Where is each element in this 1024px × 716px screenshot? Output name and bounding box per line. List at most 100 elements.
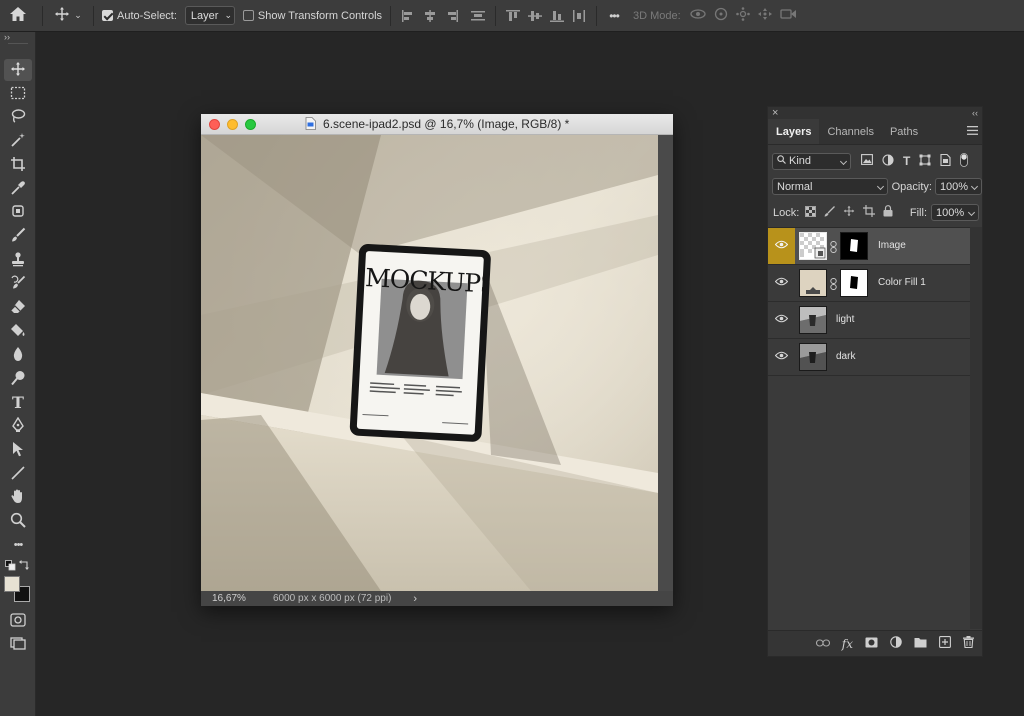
layer-thumbnail[interactable] [799, 306, 827, 334]
more-options-button[interactable]: ••• [603, 4, 625, 28]
vertical-scrollbar[interactable] [658, 135, 673, 591]
align-top-edges-button[interactable] [502, 6, 524, 26]
add-layer-style-button[interactable]: fx [842, 637, 853, 651]
show-transform-checkbox[interactable] [242, 10, 254, 21]
tab-channels[interactable]: Channels [819, 119, 881, 144]
filter-toggle-icon[interactable] [960, 152, 969, 170]
shape-filter-icon[interactable] [919, 154, 931, 169]
lock-artboard-icon[interactable] [863, 205, 876, 220]
zoom-level-field[interactable]: 16,67% [201, 593, 259, 604]
crop-tool[interactable] [4, 154, 32, 176]
distribute-horizontal-button[interactable] [568, 6, 590, 26]
layer-thumbnail[interactable] [799, 343, 827, 371]
layer-name[interactable]: Image [878, 240, 906, 251]
move-tool[interactable] [4, 59, 32, 81]
document-dimensions[interactable]: 6000 px x 6000 px (72 ppi) [273, 593, 391, 604]
eyedropper-tool[interactable] [4, 178, 32, 200]
magic-wand-tool[interactable] [4, 130, 32, 152]
marquee-tool[interactable] [4, 83, 32, 105]
lock-position-icon[interactable] [843, 205, 855, 220]
orbit-3d-icon[interactable] [689, 7, 707, 24]
distribute-vertical-button[interactable] [467, 6, 489, 26]
trash-icon[interactable] [963, 636, 974, 651]
blend-mode-dropdown[interactable]: Normal [772, 178, 888, 195]
lasso-tool[interactable] [4, 106, 32, 128]
roll-3d-icon[interactable] [713, 7, 729, 24]
layers-scrollbar[interactable] [970, 227, 982, 629]
new-group-folder-icon[interactable] [914, 637, 927, 651]
quick-mask-button[interactable] [4, 610, 32, 632]
panel-menu-icon[interactable] [967, 126, 978, 138]
auto-select-toggle[interactable]: Auto-Select: [102, 10, 177, 22]
home-button[interactable] [0, 4, 36, 28]
layer-name[interactable]: light [836, 314, 854, 325]
align-left-edges-button[interactable] [397, 6, 419, 26]
filter-kind-dropdown[interactable]: Kind [772, 152, 851, 170]
auto-select-checkbox[interactable] [102, 10, 113, 21]
link-icon[interactable] [830, 241, 837, 256]
opacity-field[interactable]: 100% [934, 178, 982, 195]
layer-row-image[interactable]: Image [768, 228, 970, 265]
layer-visibility-toggle[interactable] [768, 302, 795, 338]
line-tool[interactable] [4, 463, 32, 485]
layer-thumbnail[interactable] [799, 269, 827, 297]
type-filter-icon[interactable]: T [903, 154, 910, 168]
zoom-tool[interactable] [4, 510, 32, 532]
show-transform-toggle[interactable]: Show Transform Controls [242, 10, 382, 22]
layer-mask-thumbnail[interactable] [840, 269, 868, 297]
path-selection-tool[interactable] [4, 439, 32, 461]
dodge-tool[interactable] [4, 368, 32, 390]
move-tool-preset-button[interactable]: ⌄ [49, 4, 87, 28]
screen-mode-button[interactable] [4, 633, 32, 655]
brush-tool[interactable] [4, 225, 32, 247]
status-menu-arrow[interactable]: › [413, 593, 417, 605]
layer-visibility-toggle[interactable] [768, 228, 795, 264]
close-panel-button[interactable]: × [772, 107, 778, 119]
type-tool[interactable]: T [4, 391, 32, 413]
layer-name[interactable]: dark [836, 351, 855, 362]
add-mask-icon[interactable] [865, 637, 878, 651]
layer-visibility-toggle[interactable] [768, 339, 795, 375]
fill-field[interactable]: 100% [931, 204, 979, 221]
slide-3d-icon[interactable] [757, 7, 773, 24]
lock-all-icon[interactable] [883, 205, 893, 220]
layer-mask-thumbnail[interactable] [840, 232, 868, 260]
adjustment-filter-icon[interactable] [882, 153, 894, 169]
default-colors-icon[interactable] [5, 560, 16, 574]
link-layers-icon[interactable] [815, 638, 830, 650]
foreground-color-swatch[interactable] [4, 576, 20, 592]
layer-row-dark[interactable]: dark [768, 339, 970, 376]
link-icon[interactable] [830, 278, 837, 293]
collapse-panel-button[interactable]: ‹‹ [972, 108, 978, 118]
document-canvas[interactable]: MOCKUPS [201, 135, 658, 591]
paint-bucket-tool[interactable] [4, 320, 32, 342]
new-adjustment-layer-icon[interactable] [890, 636, 902, 651]
tab-paths[interactable]: Paths [882, 119, 926, 144]
align-horizontal-centers-button[interactable] [419, 6, 441, 26]
pen-tool[interactable] [4, 415, 32, 437]
new-layer-icon[interactable] [939, 636, 951, 651]
auto-select-target-dropdown[interactable]: Layer ⌄ [184, 6, 235, 25]
layer-name[interactable]: Color Fill 1 [878, 277, 926, 288]
lock-transparent-pixels-icon[interactable] [805, 205, 817, 220]
scale-3d-icon[interactable] [779, 7, 797, 24]
align-right-edges-button[interactable] [441, 6, 463, 26]
eraser-tool[interactable] [4, 296, 32, 318]
healing-brush-tool[interactable] [4, 201, 32, 223]
align-vertical-centers-button[interactable] [524, 6, 546, 26]
clone-stamp-tool[interactable] [4, 249, 32, 271]
edit-toolbar-button[interactable]: ••• [4, 534, 32, 556]
smart-object-filter-icon[interactable] [940, 153, 951, 169]
blur-tool[interactable] [4, 344, 32, 366]
history-brush-tool[interactable] [4, 273, 32, 295]
layer-thumbnail[interactable] [799, 232, 827, 260]
layer-visibility-toggle[interactable] [768, 265, 795, 301]
pan-3d-icon[interactable] [735, 7, 751, 24]
pixel-filter-icon[interactable] [861, 154, 873, 168]
layer-row-color-fill-1[interactable]: Color Fill 1 [768, 265, 970, 302]
lock-image-pixels-icon[interactable] [824, 205, 836, 220]
document-titlebar[interactable]: 6.scene-ipad2.psd @ 16,7% (Image, RGB/8)… [201, 114, 673, 135]
hand-tool[interactable] [4, 486, 32, 508]
align-bottom-edges-button[interactable] [546, 6, 568, 26]
collapse-toolbar-button[interactable]: ›› [4, 32, 10, 42]
